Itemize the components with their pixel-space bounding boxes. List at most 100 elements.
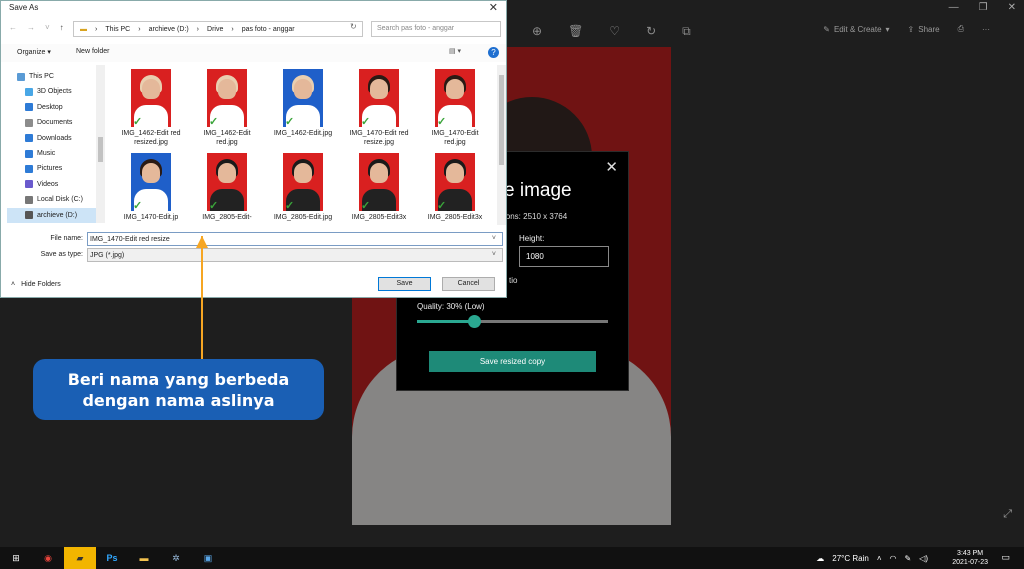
file-item[interactable]: ✓ IMG_2805-Edit- <box>195 153 259 222</box>
forward-icon[interactable]: → <box>27 23 35 32</box>
network-icon[interactable]: ◠ <box>889 554 896 563</box>
help-icon[interactable]: ? <box>488 47 499 58</box>
file-item[interactable]: ✓ IMG_1462-Edit red resized.jpg <box>119 69 183 147</box>
sticky-notes-icon[interactable]: ▰ <box>64 547 96 569</box>
quality-label: Quality: 30% (Low) <box>417 302 485 311</box>
refresh-icon[interactable]: ↻ <box>350 22 357 31</box>
file-item[interactable]: ✓ IMG_1470-Edit red.jpg <box>423 69 487 147</box>
new-folder-button[interactable]: New folder <box>76 48 109 55</box>
nav-scrollbar[interactable] <box>96 65 105 223</box>
print-icon[interactable]: ⎙ <box>958 24 964 34</box>
more-icon[interactable]: ··· <box>982 25 990 34</box>
address-bar[interactable]: ▬ › This PC › archieve (D:) › Drive › pa… <box>73 21 363 37</box>
volume-icon[interactable]: ◁) <box>919 554 928 563</box>
sidebar-item[interactable]: This PC <box>7 69 105 84</box>
file-item[interactable]: ✓ IMG_2805-Edit3x <box>423 153 487 222</box>
file-list-scrollbar-thumb[interactable] <box>499 75 504 165</box>
folder-icon <box>25 164 33 173</box>
file-name: IMG_2805-Edit- <box>202 214 252 221</box>
search-input[interactable]: Search pas foto - anggar <box>371 21 501 37</box>
file-thumbnail: ✓ <box>283 69 323 127</box>
chrome-icon[interactable]: ◉ <box>32 547 64 569</box>
breadcrumb-separator-icon: › <box>138 25 141 33</box>
folder-icon <box>25 195 33 204</box>
close-button[interactable]: ✕ <box>1008 2 1016 13</box>
crop-icon[interactable]: ⧉ <box>682 24 691 39</box>
file-thumbnail: ✓ <box>131 69 171 127</box>
height-input[interactable]: 1080 <box>519 246 609 267</box>
sidebar-item[interactable]: Music <box>7 146 105 161</box>
file-list-scrollbar[interactable] <box>497 65 506 225</box>
favorite-icon[interactable]: ♡ <box>609 24 620 39</box>
sidebar-item[interactable]: Downloads <box>7 131 105 146</box>
file-item[interactable]: ✓ IMG_2805-Edit3x <box>347 153 411 222</box>
nav-scrollbar-thumb[interactable] <box>98 137 103 162</box>
chevron-down-icon[interactable]: ˅ <box>492 235 496 242</box>
breadcrumb-folder[interactable]: Drive <box>207 26 223 33</box>
share-button[interactable]: ⇪ Share <box>908 25 940 34</box>
recent-icon[interactable]: ˅ <box>45 23 50 32</box>
save-resized-copy-button[interactable]: Save resized copy <box>429 351 596 372</box>
command-bar: Organize ▾ New folder ▤ ▾ ? <box>1 44 506 62</box>
sync-check-icon: ✓ <box>437 116 447 128</box>
folder-icon <box>25 134 33 143</box>
maximize-button[interactable]: ❐ <box>979 2 988 13</box>
edit-create-icon: ✎ <box>823 24 830 34</box>
organize-button[interactable]: Organize ▾ <box>17 48 51 56</box>
file-name: IMG_1470-Edit red.jpg <box>431 130 479 146</box>
file-thumbnail: ✓ <box>131 153 171 211</box>
clock-date: 2021-07-23 <box>952 559 988 566</box>
hide-folders-toggle[interactable]: ˄ Hide Folders <box>11 281 61 288</box>
minimize-button[interactable]: — <box>949 2 959 13</box>
file-name: IMG_1462-Edit red resized.jpg <box>121 130 181 146</box>
weather-icon[interactable]: ☁ <box>816 554 824 563</box>
save-button[interactable]: Save <box>378 277 431 291</box>
resize-panel-title: e image <box>504 180 572 201</box>
file-item[interactable]: ✓ IMG_2805-Edit.jpg <box>271 153 335 222</box>
breadcrumb-drive[interactable]: archieve (D:) <box>149 26 189 33</box>
view-options-icon[interactable]: ▤ ▾ <box>449 47 461 55</box>
quality-slider-thumb[interactable] <box>468 315 482 328</box>
chevron-down-icon[interactable]: ˅ <box>492 251 496 258</box>
file-name-input[interactable]: IMG_1470-Edit red resize ˅ <box>87 232 503 246</box>
rotate-icon[interactable]: ↻ <box>646 24 656 39</box>
sidebar-item-label: archieve (D:) <box>37 211 78 219</box>
expand-icon[interactable]: ⤢ <box>1003 508 1012 521</box>
back-icon[interactable]: ← <box>9 23 17 32</box>
file-item[interactable]: ✓ IMG_1462-Edit.jpg <box>271 69 335 138</box>
breadcrumb-separator-icon: › <box>231 25 234 33</box>
file-explorer-icon[interactable]: ▬ <box>128 547 160 569</box>
photoshop-icon[interactable]: Ps <box>96 547 128 569</box>
pen-icon[interactable]: ✎ <box>904 554 911 563</box>
close-icon[interactable]: ✕ <box>605 158 618 176</box>
clock[interactable]: 3:43 PM 2021-07-23 <box>952 549 988 567</box>
file-item[interactable]: ✓ IMG_1470-Edit red resize.jpg <box>347 69 411 147</box>
breadcrumb-this-pc[interactable]: This PC <box>105 26 130 33</box>
sync-check-icon: ✓ <box>209 200 219 212</box>
notification-icon[interactable]: ▭ <box>1001 552 1010 563</box>
delete-icon[interactable]: 🗑 <box>568 24 583 39</box>
sidebar-item[interactable]: 3D Objects <box>7 84 105 99</box>
app-icon[interactable]: ✲ <box>160 547 192 569</box>
dialog-close-icon[interactable]: ✕ <box>489 1 498 14</box>
sidebar-item[interactable]: archieve (D:) <box>7 207 105 223</box>
sidebar-item-label: Music <box>37 150 56 157</box>
file-item[interactable]: ✓ IMG_1462-Edit red.jpg <box>195 69 259 147</box>
save-as-type-select[interactable]: JPG (*.jpg) ˅ <box>87 248 503 262</box>
up-icon[interactable]: ↑ <box>60 23 64 32</box>
photos-icon[interactable]: ▣ <box>192 547 224 569</box>
chevron-up-icon[interactable]: ˄ <box>877 554 882 563</box>
edit-create-button[interactable]: ✎ Edit & Create ▾ <box>823 25 889 34</box>
cancel-button[interactable]: Cancel <box>442 277 495 291</box>
sidebar-item[interactable]: Desktop <box>7 100 105 115</box>
start-windows-icon[interactable]: ⊞ <box>0 547 32 569</box>
weather-text[interactable]: 27°C Rain <box>832 554 869 563</box>
sidebar-item[interactable]: Videos <box>7 177 105 192</box>
sidebar-item[interactable]: Documents <box>7 115 105 130</box>
file-item[interactable]: ✓ IMG_1470-Edit.jp <box>119 153 183 222</box>
sidebar-item[interactable]: Pictures <box>7 161 105 176</box>
breadcrumb-current[interactable]: pas foto - anggar <box>242 26 295 33</box>
quality-slider[interactable] <box>417 315 608 328</box>
sidebar-item[interactable]: Local Disk (C:) <box>7 192 105 207</box>
zoom-icon[interactable]: ⊕ <box>532 24 542 39</box>
